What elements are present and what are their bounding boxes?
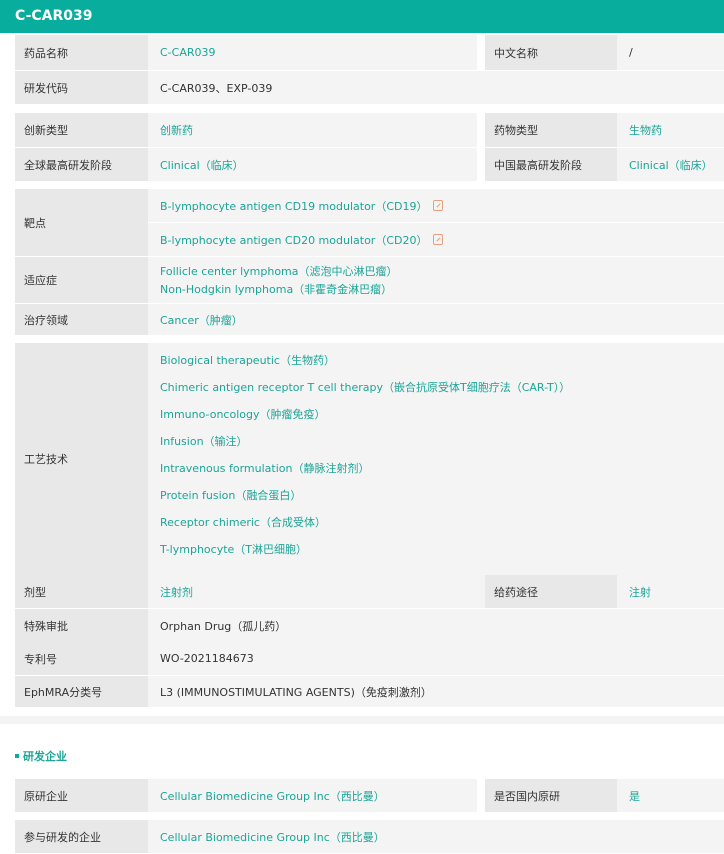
- orig-company-label: 原研企业: [15, 779, 148, 812]
- area-link[interactable]: Cancer（肿瘤）: [148, 304, 724, 335]
- indication-link[interactable]: Non-Hodgkin lymphoma（非霍奇金淋巴瘤）: [160, 281, 392, 297]
- patent-value: WO-2021184673: [148, 642, 724, 675]
- form-link[interactable]: 注射剂: [148, 575, 477, 608]
- edit-icon[interactable]: [433, 200, 444, 211]
- code-label: 研发代码: [15, 71, 148, 104]
- target-link[interactable]: B-lymphocyte antigen CD19 modulator（CD19…: [160, 198, 427, 214]
- drug-type-link[interactable]: 生物药: [617, 113, 724, 147]
- cn-name-value: /: [617, 35, 724, 70]
- tech-link[interactable]: Infusion（输注）: [160, 433, 248, 449]
- drug-name-link[interactable]: C-CAR039: [148, 35, 477, 70]
- tech-link[interactable]: Protein fusion（融合蛋白）: [160, 487, 301, 503]
- indication-link[interactable]: Follicle center lymphoma（滤泡中心淋巴瘤）: [160, 263, 398, 279]
- tech-link[interactable]: Immuno-oncology（肿瘤免疫）: [160, 406, 325, 422]
- special-label: 特殊审批: [15, 609, 148, 642]
- domestic-value: 是: [617, 779, 724, 812]
- target-item[interactable]: B-lymphocyte antigen CD20 modulator（CD20…: [148, 223, 724, 256]
- patent-label: 专利号: [15, 642, 148, 675]
- ephmra-value: L3 (IMMUNOSTIMULATING AGENTS)（免疫刺激剂）: [148, 676, 724, 707]
- tech-link[interactable]: Chimeric antigen receptor T cell therapy…: [160, 379, 570, 395]
- section-divider: [0, 716, 724, 724]
- partner-link[interactable]: Cellular Biomedicine Group Inc（西比曼）: [148, 820, 724, 853]
- tech-link[interactable]: Intravenous formulation（静脉注射剂）: [160, 460, 369, 476]
- tech-label: 工艺技术: [15, 343, 148, 575]
- form-label: 剂型: [15, 575, 148, 608]
- orig-company-link[interactable]: Cellular Biomedicine Group Inc（西比曼）: [148, 779, 477, 812]
- global-stage-link[interactable]: Clinical（临床）: [148, 148, 477, 181]
- cn-stage-label: 中国最高研发阶段: [485, 148, 617, 181]
- innov-link[interactable]: 创新药: [148, 113, 477, 147]
- cn-name-label: 中文名称: [485, 35, 617, 70]
- drug-name-label: 药品名称: [15, 35, 148, 70]
- area-label: 治疗领域: [15, 304, 148, 335]
- indication-label: 适应症: [15, 257, 148, 303]
- route-link[interactable]: 注射: [617, 575, 724, 608]
- section-title: 研发企业: [15, 748, 67, 764]
- indication-list: Follicle center lymphoma（滤泡中心淋巴瘤） Non-Hod…: [148, 257, 724, 303]
- edit-icon[interactable]: [433, 234, 444, 245]
- target-item[interactable]: B-lymphocyte antigen CD19 modulator（CD19…: [148, 189, 724, 222]
- ephmra-label: EphMRA分类号: [15, 676, 148, 707]
- special-value: Orphan Drug（孤儿药）: [148, 609, 724, 642]
- domestic-label: 是否国内原研: [485, 779, 617, 812]
- tech-link[interactable]: Receptor chimeric（合成受体）: [160, 514, 326, 530]
- tech-link[interactable]: Biological therapeutic（生物药）: [160, 352, 335, 368]
- route-label: 给药途径: [485, 575, 617, 608]
- target-link[interactable]: B-lymphocyte antigen CD20 modulator（CD20…: [160, 232, 427, 248]
- page-title: C-CAR039: [0, 0, 724, 33]
- target-label: 靶点: [15, 189, 148, 256]
- innov-label: 创新类型: [15, 113, 148, 147]
- tech-link[interactable]: T-lymphocyte（T淋巴细胞）: [160, 541, 307, 557]
- global-stage-label: 全球最高研发阶段: [15, 148, 148, 181]
- partner-label: 参与研发的企业: [15, 820, 148, 853]
- code-value: C-CAR039、EXP-039: [148, 71, 724, 104]
- cn-stage-link[interactable]: Clinical（临床）: [617, 148, 724, 181]
- drug-type-label: 药物类型: [485, 113, 617, 147]
